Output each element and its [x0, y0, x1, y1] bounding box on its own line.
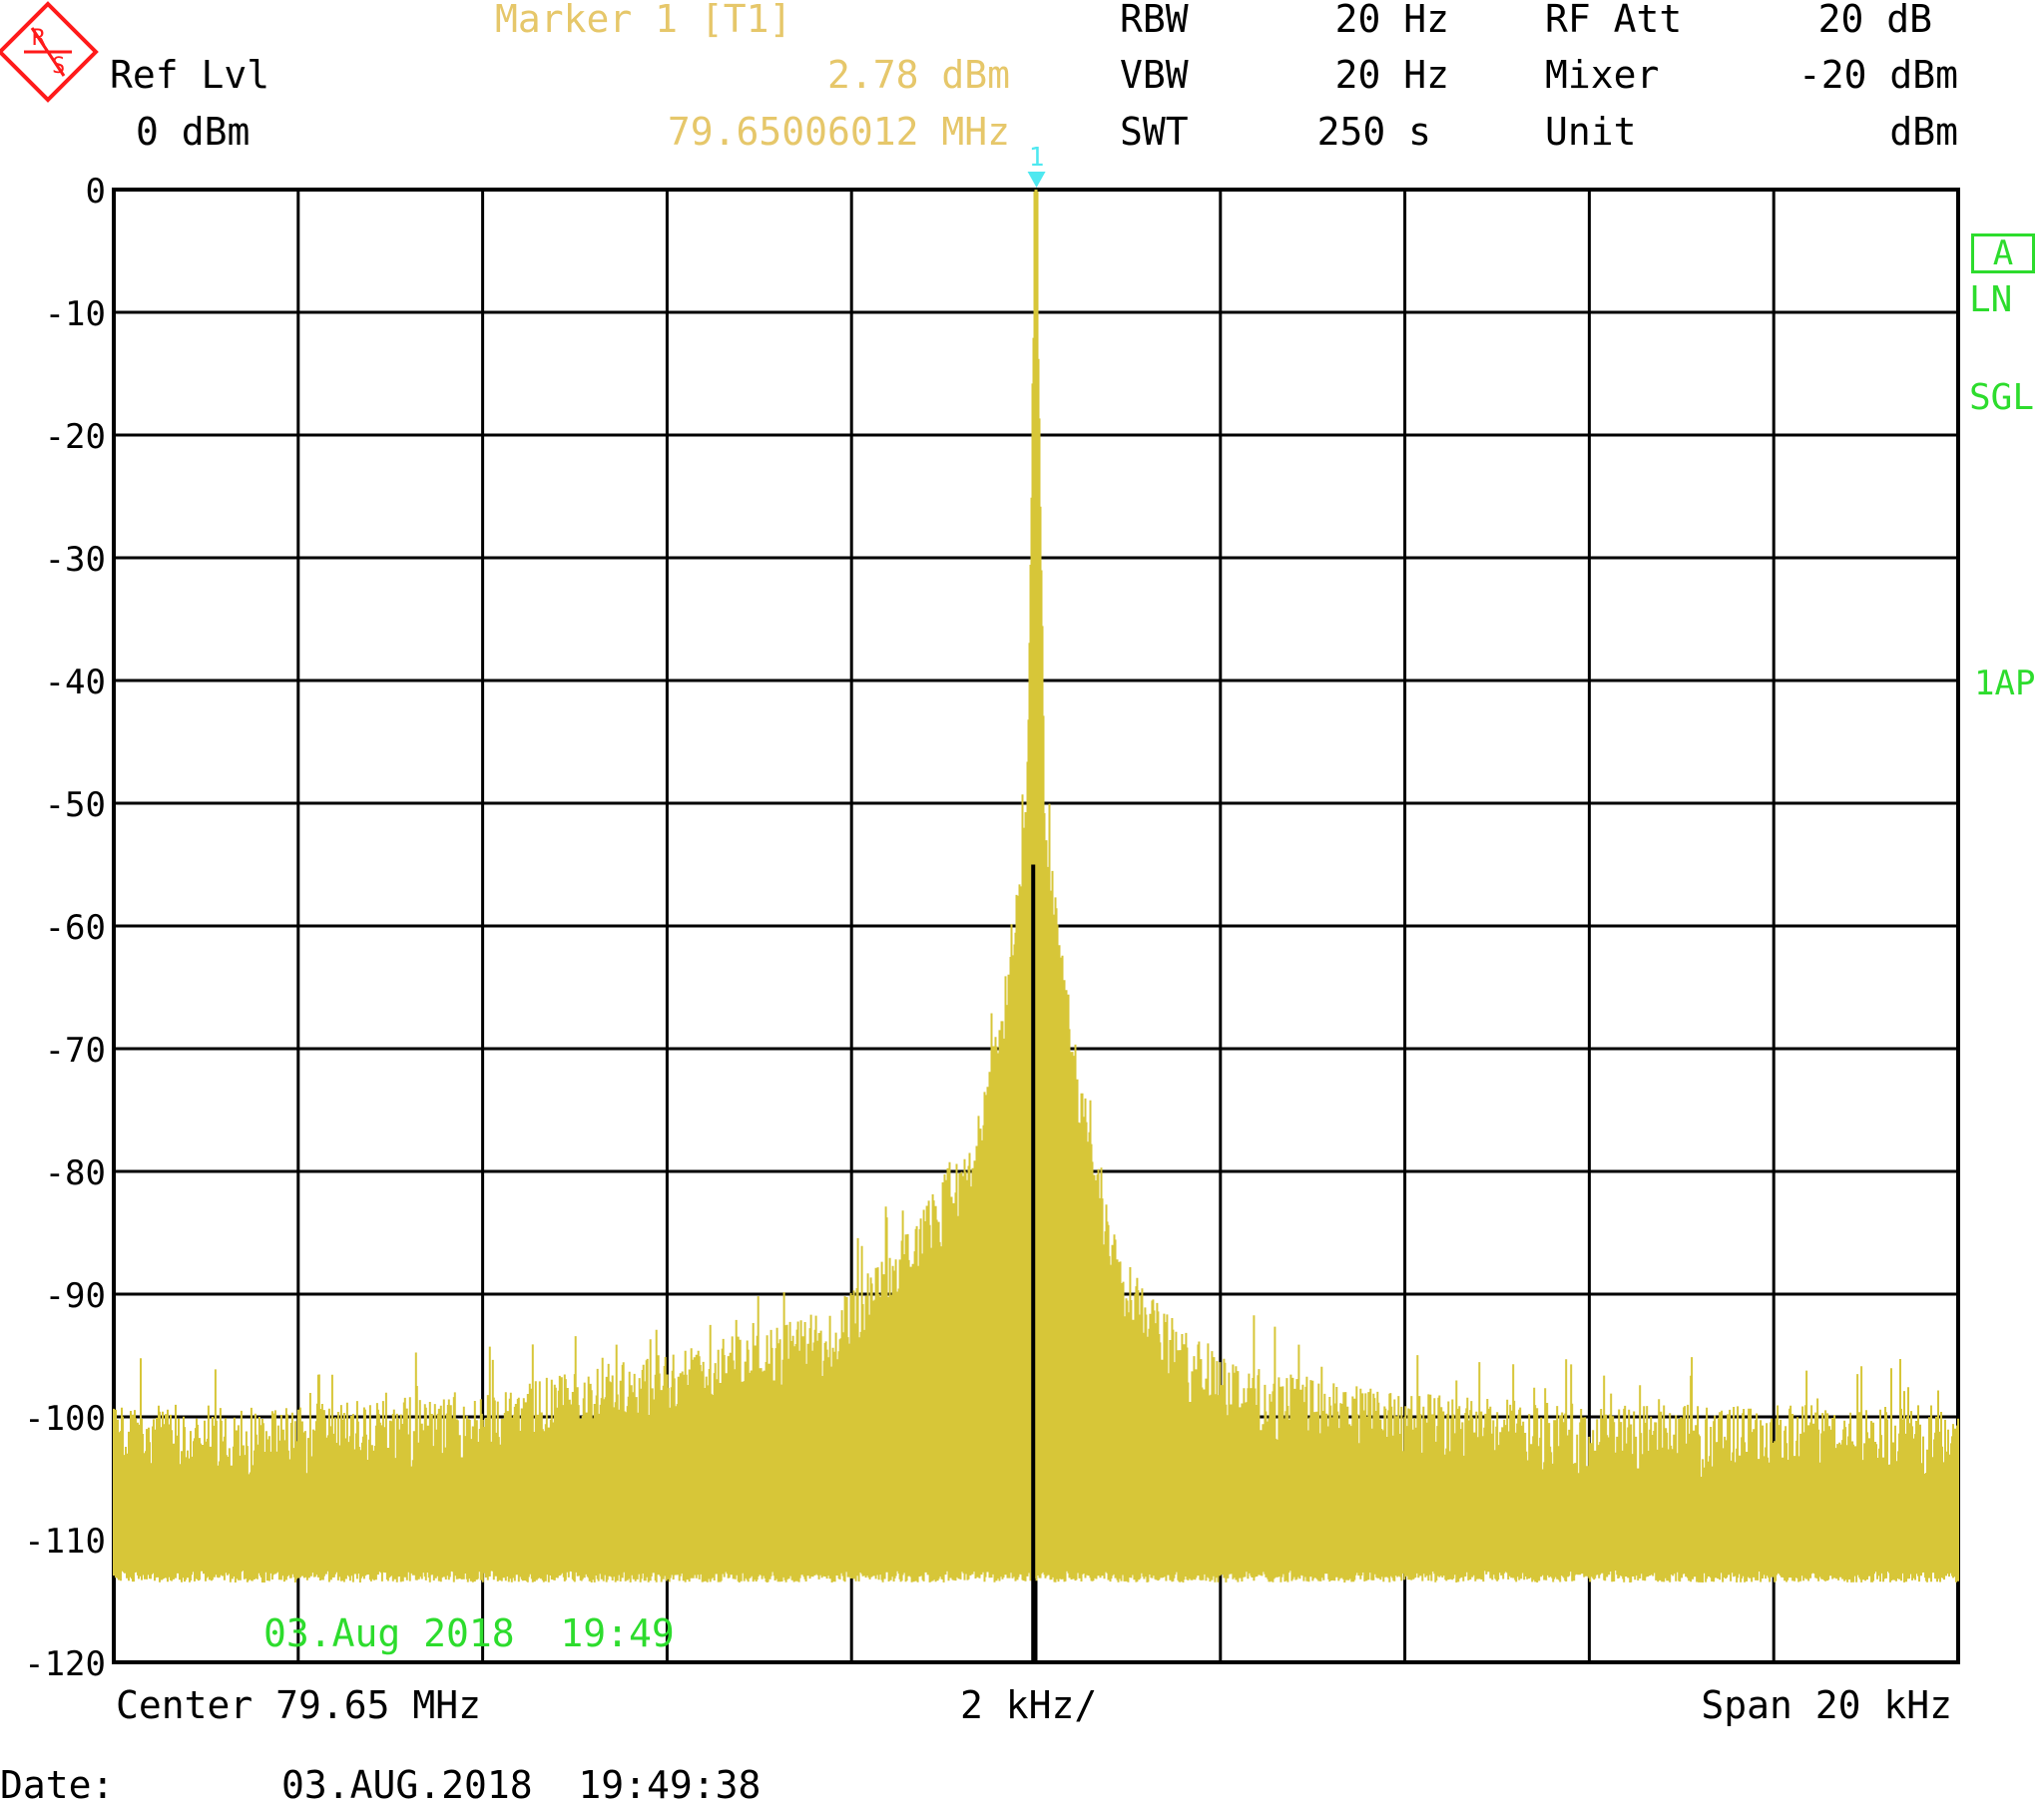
detector-ln-label: LN: [1969, 279, 2013, 320]
center-frequency-label: Center 79.65 MHz: [116, 1683, 482, 1727]
y-tick-label: -120: [24, 1644, 106, 1684]
rbw-value: 20 Hz: [1334, 0, 1449, 41]
y-tick-label: -70: [45, 1031, 106, 1071]
rf-att-label: RF Att: [1545, 0, 1683, 41]
ref-level-value: 0 dBm: [136, 110, 251, 154]
span-label: Span 20 kHz: [1701, 1683, 1952, 1727]
date-value: 03.AUG.2018 19:49:38: [281, 1763, 762, 1807]
marker-label: Marker 1 [T1]: [495, 0, 792, 41]
marker-1: 1: [1027, 143, 1046, 188]
plot-timestamp: 03.Aug 2018 19:49: [263, 1611, 675, 1655]
unit-label: Unit: [1545, 110, 1637, 154]
y-tick-label: -10: [45, 294, 106, 334]
y-tick-label: -110: [24, 1522, 106, 1562]
y-tick-label: -80: [45, 1153, 106, 1193]
division-label: 2 kHz/: [960, 1683, 1098, 1727]
y-tick-label: -100: [24, 1399, 106, 1439]
unit-value: dBm: [1889, 110, 1958, 154]
y-axis-ticks: 0 -10 -20 -30 -40 -50 -60 -70 -80 -90 -100 -110 -120: [24, 172, 106, 1684]
mixer-value: -20 dBm: [1797, 53, 1958, 97]
marker-level: 2.78 dBm: [826, 53, 1010, 97]
sweep-time-value: 250 s: [1316, 110, 1431, 154]
trace-mode-label: 1AP: [1974, 664, 2036, 703]
logo-letters: R: [32, 26, 46, 51]
y-tick-label: -40: [45, 663, 106, 702]
rs-logo: R S: [0, 1, 99, 103]
rf-att-value: 20 dB: [1817, 0, 1932, 41]
y-tick-label: 0: [86, 172, 106, 212]
y-tick-label: -30: [45, 540, 106, 580]
vbw-label: VBW: [1120, 53, 1189, 97]
marker-1-number: 1: [1029, 143, 1045, 173]
single-sweep-label: SGL: [1969, 377, 2035, 418]
rbw-label: RBW: [1120, 0, 1189, 41]
marker-1-symbol: [1027, 172, 1046, 188]
y-tick-label: -20: [45, 417, 106, 457]
analyzer-screen: R S 0 -10 -20 -30 -40 -50 -60 -70 -80 -90 -100 -110…: [0, 1, 1960, 1684]
y-tick-label: -90: [45, 1276, 106, 1316]
ref-level-label: Ref Lvl: [110, 53, 270, 97]
marker-frequency: 79.65006012 MHz: [667, 110, 1010, 154]
logo-letters-s: S: [52, 54, 65, 79]
trace-a-badge: A: [1971, 233, 2035, 273]
date-label: Date:: [0, 1763, 115, 1807]
sweep-time-label: SWT: [1120, 110, 1189, 154]
mixer-label: Mixer: [1545, 53, 1660, 97]
vbw-value: 20 Hz: [1334, 53, 1449, 97]
y-tick-label: -60: [45, 908, 106, 948]
y-tick-label: -50: [45, 785, 106, 825]
